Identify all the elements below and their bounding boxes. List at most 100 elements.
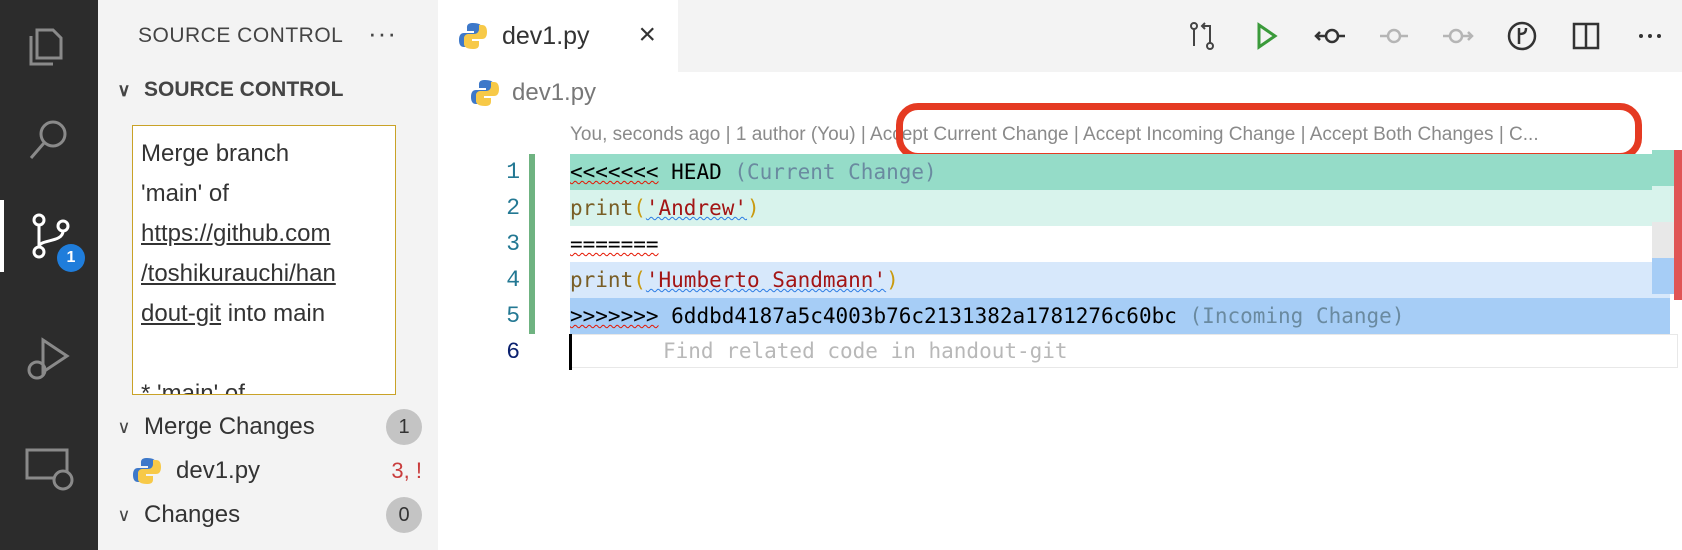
conflict-marker: <<<<<<< — [570, 160, 659, 184]
changes-header[interactable]: ∨ Changes 0 — [112, 493, 422, 537]
git-commit-right-icon — [1443, 28, 1474, 44]
function-name: print — [570, 196, 634, 220]
git-graph-button[interactable] — [1490, 0, 1554, 72]
paren: ( — [633, 196, 646, 220]
more-actions-icon[interactable]: ··· — [368, 18, 397, 49]
source-control-section-header[interactable]: ∨ SOURCE CONTROL — [112, 78, 344, 102]
string-literal: 'Andrew' — [645, 196, 748, 220]
gutter-change-marker — [529, 226, 535, 262]
code-text: >>>>>>> 6ddbd4187a5c4003b76c2131382a1781… — [570, 298, 1670, 334]
search-button[interactable] — [0, 104, 98, 176]
tab-dev1-py[interactable]: dev1.py × — [438, 0, 678, 72]
string-literal: 'Humberto Sandmann' — [645, 268, 887, 292]
blame-info: You, seconds ago | 1 author (You) — [570, 124, 856, 145]
git-commit-left-icon — [1314, 28, 1345, 44]
overview-ruler[interactable] — [1652, 150, 1682, 310]
tab-label: dev1.py — [502, 21, 590, 50]
split-editor-icon — [1572, 22, 1600, 50]
commit-hash: 6ddbd4187a5c4003b76c2131382a1781276c60bc — [658, 304, 1190, 328]
line-number: 3 — [506, 231, 520, 257]
merge-changes-count-badge: 1 — [386, 409, 422, 445]
ruler-error-marker — [1674, 150, 1682, 300]
editor-tab-bar: dev1.py × — [438, 0, 1682, 72]
sidebar-title: SOURCE CONTROL — [138, 24, 344, 47]
breadcrumb-file: dev1.py — [512, 79, 597, 106]
line-number: 5 — [506, 303, 520, 329]
conflict-marker: >>>>>>> — [570, 304, 659, 328]
commit-line: dout-git into main — [141, 294, 387, 334]
next-conflict-button[interactable] — [1426, 0, 1490, 72]
more-icon — [1639, 34, 1661, 38]
gutter-change-marker — [529, 154, 535, 190]
python-file-icon — [133, 458, 161, 484]
code-line: 2 print('Andrew') — [438, 190, 1682, 226]
text-cursor — [569, 334, 572, 370]
play-icon — [1257, 22, 1278, 50]
line-number: 4 — [506, 267, 520, 293]
code-line: 3 ======= — [438, 226, 1682, 262]
chevron-down-icon: ∨ — [117, 416, 131, 437]
gutter-change-marker — [529, 262, 535, 298]
paren: ) — [747, 196, 760, 220]
commit-line: Merge branch — [141, 140, 290, 167]
changes-label: Changes — [144, 501, 241, 528]
activity-bar: 1 — [0, 0, 98, 550]
find-related-code-hint[interactable]: Find related code in handout-git — [570, 334, 1678, 368]
code-text: ======= — [570, 226, 1670, 262]
code-line: 4 print('Humberto Sandmann') — [438, 262, 1682, 298]
line-number: 2 — [506, 195, 520, 221]
code-text: print('Humberto Sandmann') — [570, 262, 1670, 298]
commit-line — [141, 334, 387, 374]
commit-link[interactable]: /toshikurauchi/han — [141, 254, 387, 294]
code-text: print('Andrew') — [570, 190, 1670, 226]
changed-file-item[interactable]: dev1.py 3, ! — [132, 449, 422, 493]
compare-changes-button[interactable] — [1170, 0, 1234, 72]
split-editor-button[interactable] — [1554, 0, 1618, 72]
remote-explorer-button[interactable] — [0, 432, 98, 504]
gutter-change-marker — [529, 298, 535, 334]
run-debug-icon — [27, 337, 70, 380]
chevron-down-icon: ∨ — [117, 79, 131, 100]
commit-link[interactable]: dout-git — [141, 300, 221, 327]
python-file-icon — [459, 23, 487, 49]
run-debug-button[interactable] — [0, 322, 98, 394]
breadcrumb[interactable]: dev1.py — [470, 78, 596, 108]
merge-changes-header[interactable]: ∨ Merge Changes 1 — [112, 405, 422, 449]
explorer-button[interactable] — [0, 10, 98, 82]
chevron-down-icon: ∨ — [117, 504, 131, 525]
current-change-note: (Current Change) — [734, 160, 937, 184]
search-icon — [29, 120, 67, 159]
commit-line: 'main' of — [141, 180, 229, 207]
python-file-icon — [471, 80, 499, 106]
commit-link[interactable]: https://github.com — [141, 214, 387, 254]
code-line: 6 Find related code in handout-git — [438, 334, 1682, 370]
separator-marker: ======= — [570, 232, 659, 256]
previous-conflict-button[interactable] — [1298, 0, 1362, 72]
commit-button[interactable] — [1362, 0, 1426, 72]
line-number: 1 — [506, 159, 520, 185]
close-icon[interactable]: × — [638, 18, 656, 52]
compare-changes-icon — [1190, 22, 1214, 50]
head-label: HEAD — [658, 160, 735, 184]
editor-toolbar — [1170, 0, 1682, 72]
scm-count-badge: 1 — [57, 244, 85, 272]
code-editor[interactable]: 1 <<<<<<< HEAD (Current Change) 2 print(… — [438, 150, 1682, 550]
files-icon — [29, 28, 63, 66]
commit-message-input[interactable]: Merge branch 'main' of https://github.co… — [132, 125, 396, 395]
more-actions-button[interactable] — [1618, 0, 1682, 72]
code-line: 1 <<<<<<< HEAD (Current Change) — [438, 154, 1682, 190]
incoming-change-note: (Incoming Change) — [1189, 304, 1405, 328]
paren: ( — [633, 268, 646, 292]
merge-changes-label: Merge Changes — [144, 413, 315, 440]
changes-count-badge: 0 — [386, 497, 422, 533]
commit-text: into main — [221, 300, 326, 327]
code-line: 5 >>>>>>> 6ddbd4187a5c4003b76c2131382a17… — [438, 298, 1682, 334]
source-control-button[interactable]: 1 — [0, 200, 98, 272]
git-graph-icon — [1507, 21, 1537, 51]
section-title: SOURCE CONTROL — [144, 78, 344, 101]
paren: ) — [886, 268, 899, 292]
remote-explorer-icon — [25, 448, 74, 491]
gutter-change-marker — [529, 190, 535, 226]
code-text: <<<<<<< HEAD (Current Change) — [570, 154, 1670, 190]
run-button[interactable] — [1234, 0, 1298, 72]
